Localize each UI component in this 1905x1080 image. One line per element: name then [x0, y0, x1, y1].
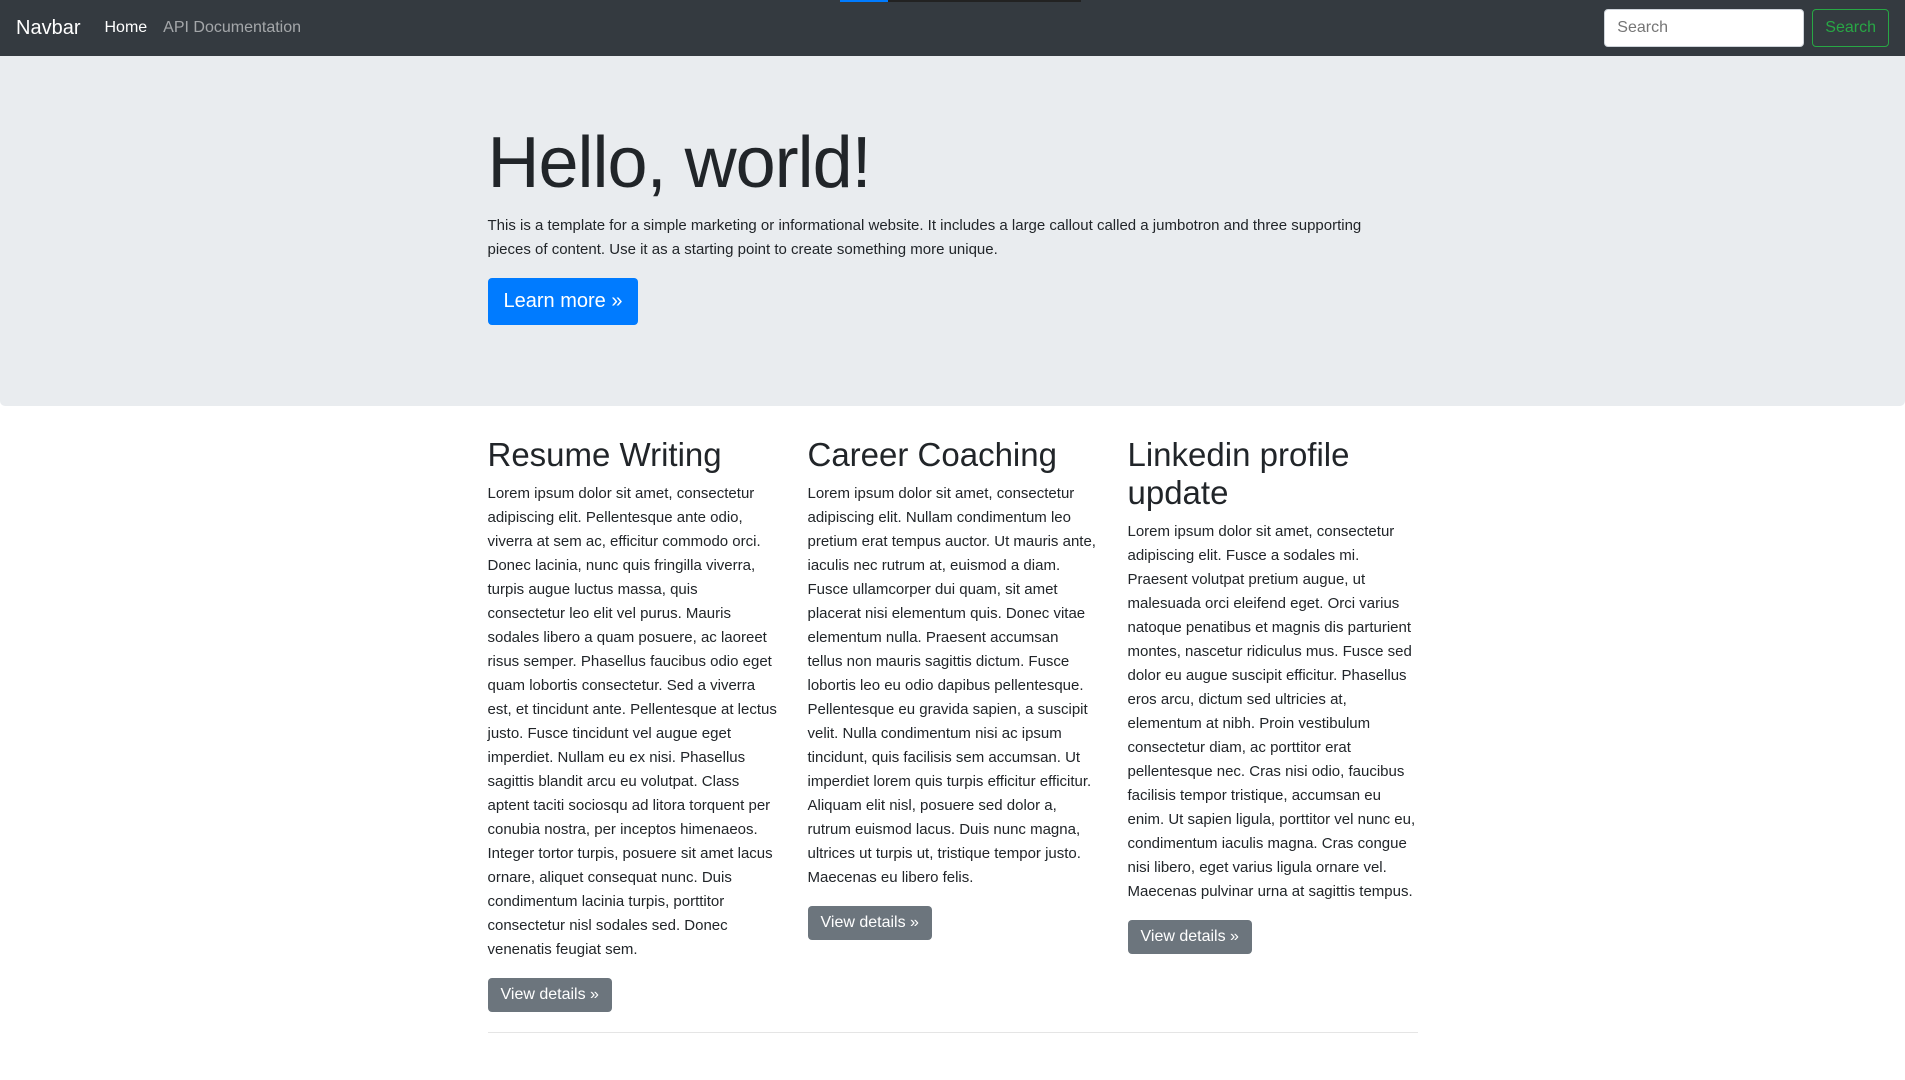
navbar: Navbar Home API Documentation Search [0, 0, 1905, 56]
feature-column: Linkedin profile update Lorem ipsum dolo… [1113, 436, 1433, 1012]
column-title: Resume Writing [487, 436, 722, 473]
divider [487, 1032, 1418, 1033]
feature-column: Resume Writing Lorem ipsum dolor sit ame… [473, 436, 793, 1012]
column-text: Lorem ipsum dolor sit amet, consectetur … [1127, 523, 1416, 900]
search-button[interactable]: Search [1812, 9, 1889, 47]
column-text: Lorem ipsum dolor sit amet, consectetur … [487, 485, 777, 958]
learn-more-button[interactable]: Learn more » [487, 278, 639, 325]
view-details-button[interactable]: View details » [807, 906, 932, 940]
view-details-button[interactable]: View details » [1127, 920, 1252, 954]
column-title: Career Coaching [807, 436, 1057, 473]
search-input[interactable] [1604, 9, 1805, 47]
nav-link-home[interactable]: Home [104, 16, 147, 40]
column-text: Lorem ipsum dolor sit amet, consectetur … [807, 485, 1096, 886]
jumbotron: Hello, world! This is a template for a s… [0, 56, 1905, 406]
jumbotron-title: Hello, world! [487, 123, 872, 203]
navbar-brand[interactable]: Navbar [16, 16, 80, 40]
view-details-button[interactable]: View details » [487, 978, 612, 1012]
column-title: Linkedin profile update [1127, 436, 1350, 511]
page-loading-bar [840, 0, 1081, 2]
jumbotron-lead: This is a template for a simple marketin… [487, 217, 1362, 258]
nav-link-api-documentation[interactable]: API Documentation [163, 16, 301, 40]
loading-bar-fill [840, 0, 889, 2]
feature-column: Career Coaching Lorem ipsum dolor sit am… [793, 436, 1113, 1012]
